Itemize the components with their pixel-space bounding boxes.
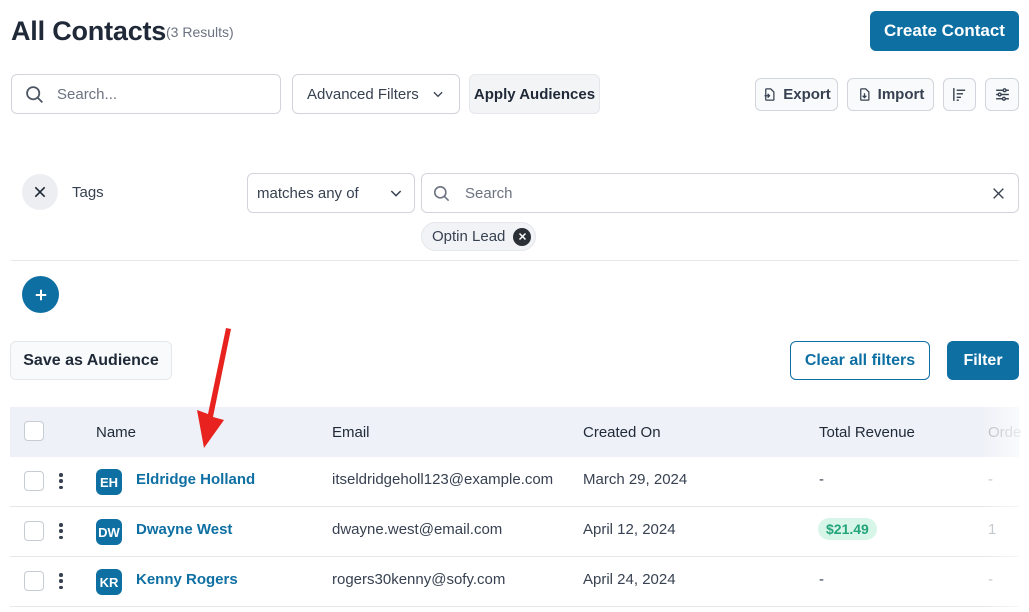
table-row: KR Kenny Rogers rogers30kenny@sofy.com A…: [10, 557, 1019, 607]
avatar: EH: [96, 469, 122, 495]
tag-search-box[interactable]: [421, 173, 1019, 213]
clear-tag-search-button[interactable]: [978, 174, 1018, 212]
contact-revenue: -: [819, 471, 824, 488]
advanced-filters-dropdown[interactable]: Advanced Filters: [292, 74, 460, 114]
row-checkbox[interactable]: [24, 521, 44, 541]
selected-tag-chip: Optin Lead: [421, 222, 537, 251]
chevron-down-icon: [433, 91, 443, 98]
create-contact-button[interactable]: Create Contact: [870, 11, 1019, 51]
contact-email: itseldridgeholl123@example.com: [332, 471, 554, 488]
apply-audiences-button[interactable]: Apply Audiences: [469, 74, 600, 114]
table-row: DW Dwayne West dwayne.west@email.com Apr…: [10, 507, 1019, 557]
export-icon: [764, 88, 775, 101]
save-as-audience-button[interactable]: Save as Audience: [10, 341, 172, 380]
remove-filter-button[interactable]: [22, 174, 58, 210]
filter-field-label: Tags: [72, 184, 104, 201]
contact-search-box[interactable]: [11, 74, 281, 114]
contact-email: dwayne.west@email.com: [332, 521, 503, 538]
search-icon: [433, 185, 450, 201]
contact-name-link[interactable]: Dwayne West: [136, 521, 232, 538]
column-header-revenue[interactable]: Total Revenue: [819, 424, 915, 441]
column-header-email[interactable]: Email: [332, 424, 370, 441]
contact-name-link[interactable]: Eldridge Holland: [136, 471, 255, 488]
contact-orders: -: [988, 571, 993, 588]
result-count: (3 Results): [166, 24, 234, 40]
row-checkbox[interactable]: [24, 571, 44, 591]
row-actions-menu-icon[interactable]: [59, 471, 63, 491]
import-button[interactable]: Import: [847, 78, 934, 111]
contact-email: rogers30kenny@sofy.com: [332, 571, 506, 588]
filter-operator-value: matches any of: [257, 184, 359, 202]
export-button[interactable]: Export: [755, 78, 838, 111]
column-settings-button[interactable]: [985, 78, 1019, 111]
contact-created-date: April 12, 2024: [583, 521, 676, 538]
column-header-created[interactable]: Created On: [583, 424, 661, 441]
contact-orders: 1: [988, 521, 997, 538]
plus-icon: [35, 289, 46, 300]
chevron-down-icon: [390, 190, 402, 197]
select-all-checkbox[interactable]: [24, 421, 44, 441]
remove-tag-button[interactable]: [513, 227, 532, 246]
close-icon: [518, 232, 526, 241]
import-label: Import: [877, 86, 925, 103]
import-icon: [859, 88, 870, 101]
add-filter-button[interactable]: [22, 276, 59, 313]
export-label: Export: [783, 86, 831, 103]
filter-operator-select[interactable]: matches any of: [247, 173, 415, 213]
contact-orders: -: [988, 471, 993, 488]
sliders-icon: [995, 88, 1009, 101]
search-icon: [26, 85, 43, 103]
contact-revenue: -: [819, 571, 824, 588]
table-header: Name Email Created On Total Revenue Orde: [10, 407, 1021, 457]
column-header-name[interactable]: Name: [96, 424, 136, 441]
contact-name-link[interactable]: Kenny Rogers: [136, 571, 238, 588]
contact-search-input[interactable]: [57, 85, 257, 103]
revenue-badge: $21.49: [818, 518, 877, 540]
close-icon: [34, 186, 46, 198]
filter-divider: [11, 260, 1019, 261]
row-actions-menu-icon[interactable]: [59, 521, 63, 541]
tag-search-input[interactable]: [465, 184, 978, 202]
contacts-table: Name Email Created On Total Revenue Orde…: [10, 407, 1021, 607]
row-actions-menu-icon[interactable]: [59, 571, 63, 591]
sort-button[interactable]: [943, 78, 976, 111]
apply-filter-button[interactable]: Filter: [947, 341, 1019, 380]
advanced-filters-label: Advanced Filters: [307, 85, 419, 103]
contact-created-date: April 24, 2024: [583, 571, 676, 588]
column-header-orders[interactable]: Orde: [988, 424, 1021, 441]
table-row: EH Eldridge Holland itseldridgeholl123@e…: [10, 457, 1019, 507]
avatar: DW: [96, 519, 122, 545]
row-checkbox[interactable]: [24, 471, 44, 491]
clear-all-filters-button[interactable]: Clear all filters: [790, 341, 930, 380]
close-icon: [992, 187, 1004, 199]
contact-created-date: March 29, 2024: [583, 471, 688, 488]
avatar: KR: [96, 569, 122, 595]
page-title: All Contacts: [11, 16, 167, 46]
tag-chip-label: Optin Lead: [432, 228, 506, 245]
annotation-arrow-icon: [197, 328, 231, 448]
sort-icon: [953, 88, 966, 101]
